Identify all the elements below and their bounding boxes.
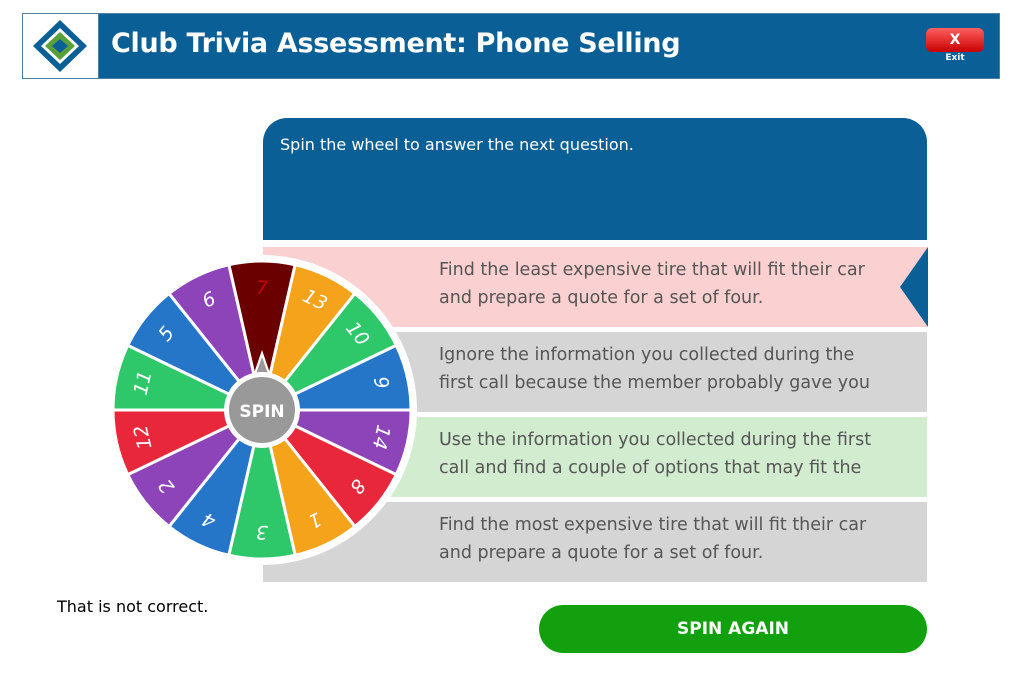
exit-label: Exit [945,53,965,63]
answer-option-4-line2: and prepare a quote for a set of four. [439,543,764,563]
selected-answer-pointer-icon [900,247,928,327]
answer-option-2-line1: Ignore the information you collected dur… [439,345,855,365]
spin-wheel[interactable]: 7 131091481342121156 SPIN [106,254,418,566]
question-text: Spin the wheel to answer the next questi… [280,135,634,154]
answer-option-2-line2: first call because the member probably g… [439,373,870,393]
spin-button-label: SPIN [239,402,284,422]
wheel-segment-label: 3 [256,521,268,543]
diamond-logo-icon [33,20,87,72]
feedback-message: That is not correct. [57,597,209,616]
exit-button[interactable]: X Exit [926,28,984,66]
question-box: Spin the wheel to answer the next questi… [263,118,927,240]
close-icon[interactable]: X [926,28,984,52]
answer-option-4-line1: Find the most expensive tire that will f… [439,515,867,535]
wheel-segment-label: 7 [256,277,268,299]
answer-option-3-line1: Use the information you collected during… [439,430,872,450]
spin-again-button[interactable]: SPIN AGAIN [539,605,927,653]
answer-option-1-line2: and prepare a quote for a set of four. [439,288,764,308]
header-bar: Club Trivia Assessment: Phone Selling X … [22,13,1000,79]
logo [23,14,99,78]
answer-option-1-line1: Find the least expensive tire that will … [439,260,865,280]
page-title: Club Trivia Assessment: Phone Selling [111,28,681,59]
answer-option-3-line2: call and find a couple of options that m… [439,458,862,478]
